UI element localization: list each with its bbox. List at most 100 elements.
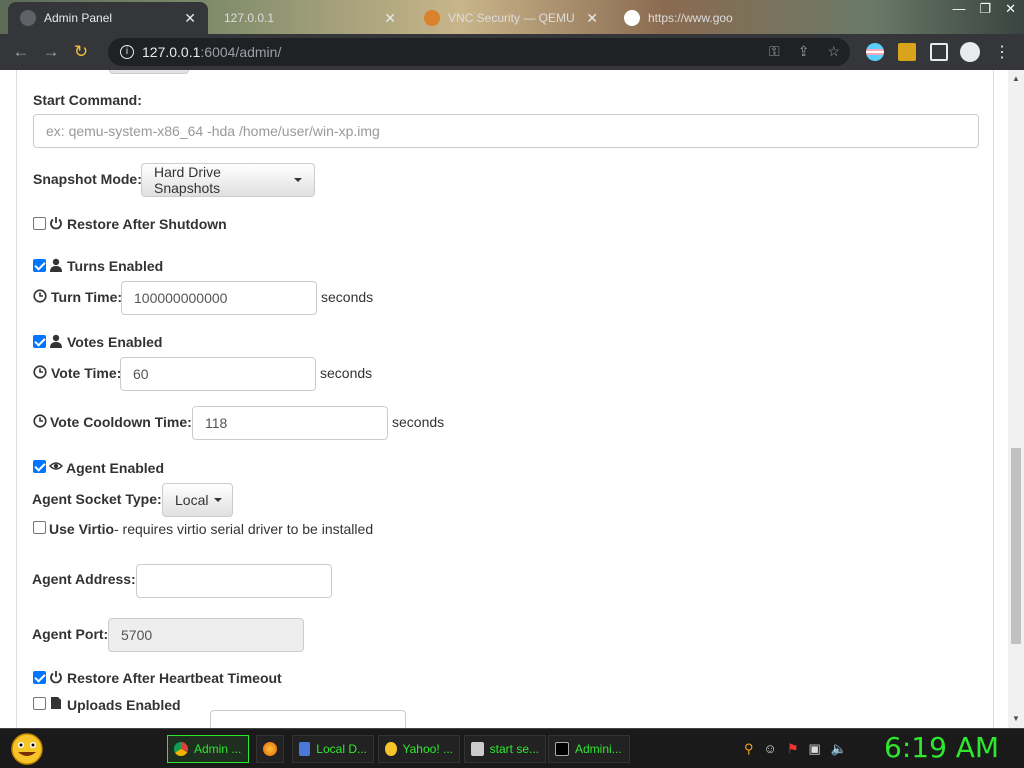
tab-favicon-icon [20,10,36,26]
tab-localhost[interactable]: 127.0.0.1 ✕ [212,2,408,34]
scrollbar-thumb[interactable] [1011,448,1021,644]
agent-port-label: Agent Port: [32,626,109,642]
start-command-input[interactable]: ex: qemu-system-x86_64 -hda /home/user/w… [33,114,979,148]
scroll-up-icon[interactable]: ▲ [1012,74,1020,83]
power-icon [50,671,62,684]
cut-off-input[interactable] [210,710,406,728]
tab-title: Admin Panel [44,11,113,25]
power-icon [50,217,62,230]
browser-toolbar: ← → ↻ i 127.0.0.1:6004/admin/ ⚿ ⇪ ☆ ⋮ [0,34,1024,70]
start-command-label: Start Command: [33,92,142,108]
tab-close-icon[interactable]: ✕ [184,10,196,27]
eye-icon [49,462,63,470]
taskbar-item-label: Admini... [575,742,622,756]
agent-enabled-checkbox[interactable] [33,460,46,473]
caret-down-icon [294,178,302,182]
caret-down-icon [214,498,223,502]
menu-kebab-icon[interactable]: ⋮ [994,42,1010,62]
vote-time-unit: seconds [320,365,373,381]
firefox-icon [263,742,277,756]
volume-icon[interactable]: 🔈 [831,741,847,757]
use-virtio-note: - requires virtio serial driver to be in… [114,521,374,537]
page-content: Start Command: ex: qemu-system-x86_64 -h… [0,70,1008,728]
taskbar-item-label: Admin ... [194,742,242,756]
restore-icon[interactable]: ❐ [979,0,991,18]
browser-tab-strip: Admin Panel ✕ 127.0.0.1 ✕ VNC Security —… [0,0,1024,34]
cut-off-button[interactable] [109,70,189,74]
taskbar: Admin ... Local D... Yahoo! ... start se… [0,728,1024,768]
taskbar-item-label: Yahoo! ... [402,742,453,756]
agent-socket-type-dropdown[interactable]: Local [162,483,233,517]
taskbar-item-label: Local D... [316,742,367,756]
tab-admin-panel[interactable]: Admin Panel ✕ [8,2,208,34]
taskbar-item-label: start se... [489,742,539,756]
uploads-enabled-checkbox[interactable] [33,697,46,710]
window-icon [471,742,484,756]
tab-google[interactable]: https://www.goo [612,2,808,34]
taskbar-item-admin-console[interactable]: Admini... [548,735,630,763]
snapshot-mode-dropdown[interactable]: Hard Drive Snapshots [141,163,315,197]
close-window-icon[interactable]: ✕ [1005,0,1016,18]
avatar[interactable] [960,42,980,62]
tab-favicon-icon [424,10,440,26]
votes-enabled-checkbox[interactable] [33,335,46,348]
url-host: 127.0.0.1 [142,44,201,60]
snapshot-mode-value: Hard Drive Snapshots [154,164,221,196]
system-tray: ⚲ ☺ ⚑ ▣ 🔈 [744,741,847,757]
site-info-icon[interactable]: i [120,45,134,59]
window-controls: — ❐ ✕ [952,0,1016,18]
vote-cooldown-unit: seconds [392,414,445,430]
agent-socket-type-label: Agent Socket Type: [32,491,162,507]
back-arrow-icon[interactable]: ← [6,42,36,62]
votes-enabled-label: Votes Enabled [67,334,163,350]
tab-close-icon[interactable]: ✕ [586,10,598,27]
clock-icon [33,414,47,428]
minimize-icon[interactable]: — [952,0,965,18]
chrome-icon [174,742,188,756]
action-center-flag-icon[interactable]: ⚑ [787,741,799,757]
bookmark-star-icon[interactable]: ☆ [827,43,840,60]
scroll-down-icon[interactable]: ▼ [1012,714,1020,723]
taskbar-item-start-server[interactable]: start se... [464,735,546,763]
page-scrollbar[interactable]: ▲ ▼ [1008,70,1024,728]
profile-flag-icon[interactable] [866,43,884,61]
uploads-enabled-label: Uploads Enabled [67,697,181,713]
folder-icon [299,742,311,756]
restore-heartbeat-checkbox[interactable] [33,671,46,684]
turns-enabled-checkbox[interactable] [33,259,46,272]
agent-address-input[interactable] [136,564,332,598]
taskbar-clock[interactable]: 6:19 AM [884,731,999,764]
taskbar-item-local-disk[interactable]: Local D... [292,735,374,763]
vote-time-input[interactable]: 60 [120,357,316,391]
console-icon [555,742,569,756]
side-panel-icon[interactable] [930,43,948,61]
forward-arrow-icon[interactable]: → [36,42,66,62]
agent-enabled-label: Agent Enabled [66,460,165,476]
share-icon[interactable]: ⇪ [798,43,810,60]
agent-address-label: Agent Address: [32,571,136,587]
vote-cooldown-input[interactable]: 118 [192,406,388,440]
search-icon[interactable]: ⚲ [744,741,754,757]
taskbar-item-yahoo[interactable]: Yahoo! ... [378,735,460,763]
turn-time-label: Turn Time: [51,289,123,305]
admin-form-panel: Start Command: ex: qemu-system-x86_64 -h… [16,70,994,728]
extensions-puzzle-icon[interactable] [898,43,916,61]
address-bar[interactable]: i 127.0.0.1:6004/admin/ ⚿ ⇪ ☆ [108,38,850,66]
network-icon[interactable]: ▣ [808,741,820,757]
snapshot-mode-label: Snapshot Mode: [33,171,142,187]
messenger-icon[interactable]: ☺ [764,741,777,757]
tab-vnc-security[interactable]: VNC Security — QEMU ✕ [412,2,610,34]
url-path: :6004/admin/ [200,44,282,60]
restore-after-shutdown-checkbox[interactable] [33,217,46,230]
taskbar-item-firefox[interactable] [256,735,284,763]
tab-close-icon[interactable]: ✕ [384,10,396,27]
start-smiley-icon[interactable] [8,732,46,766]
taskbar-item-admin-panel[interactable]: Admin ... [167,735,249,763]
turns-enabled-label: Turns Enabled [67,258,164,274]
use-virtio-checkbox[interactable] [33,521,46,534]
tab-title: VNC Security — QEMU [448,11,575,25]
turn-time-input[interactable]: 100000000000 [121,281,317,315]
key-icon[interactable]: ⚿ [769,43,780,60]
reload-icon[interactable]: ↻ [66,42,96,62]
agent-port-input[interactable]: 5700 [108,618,304,652]
